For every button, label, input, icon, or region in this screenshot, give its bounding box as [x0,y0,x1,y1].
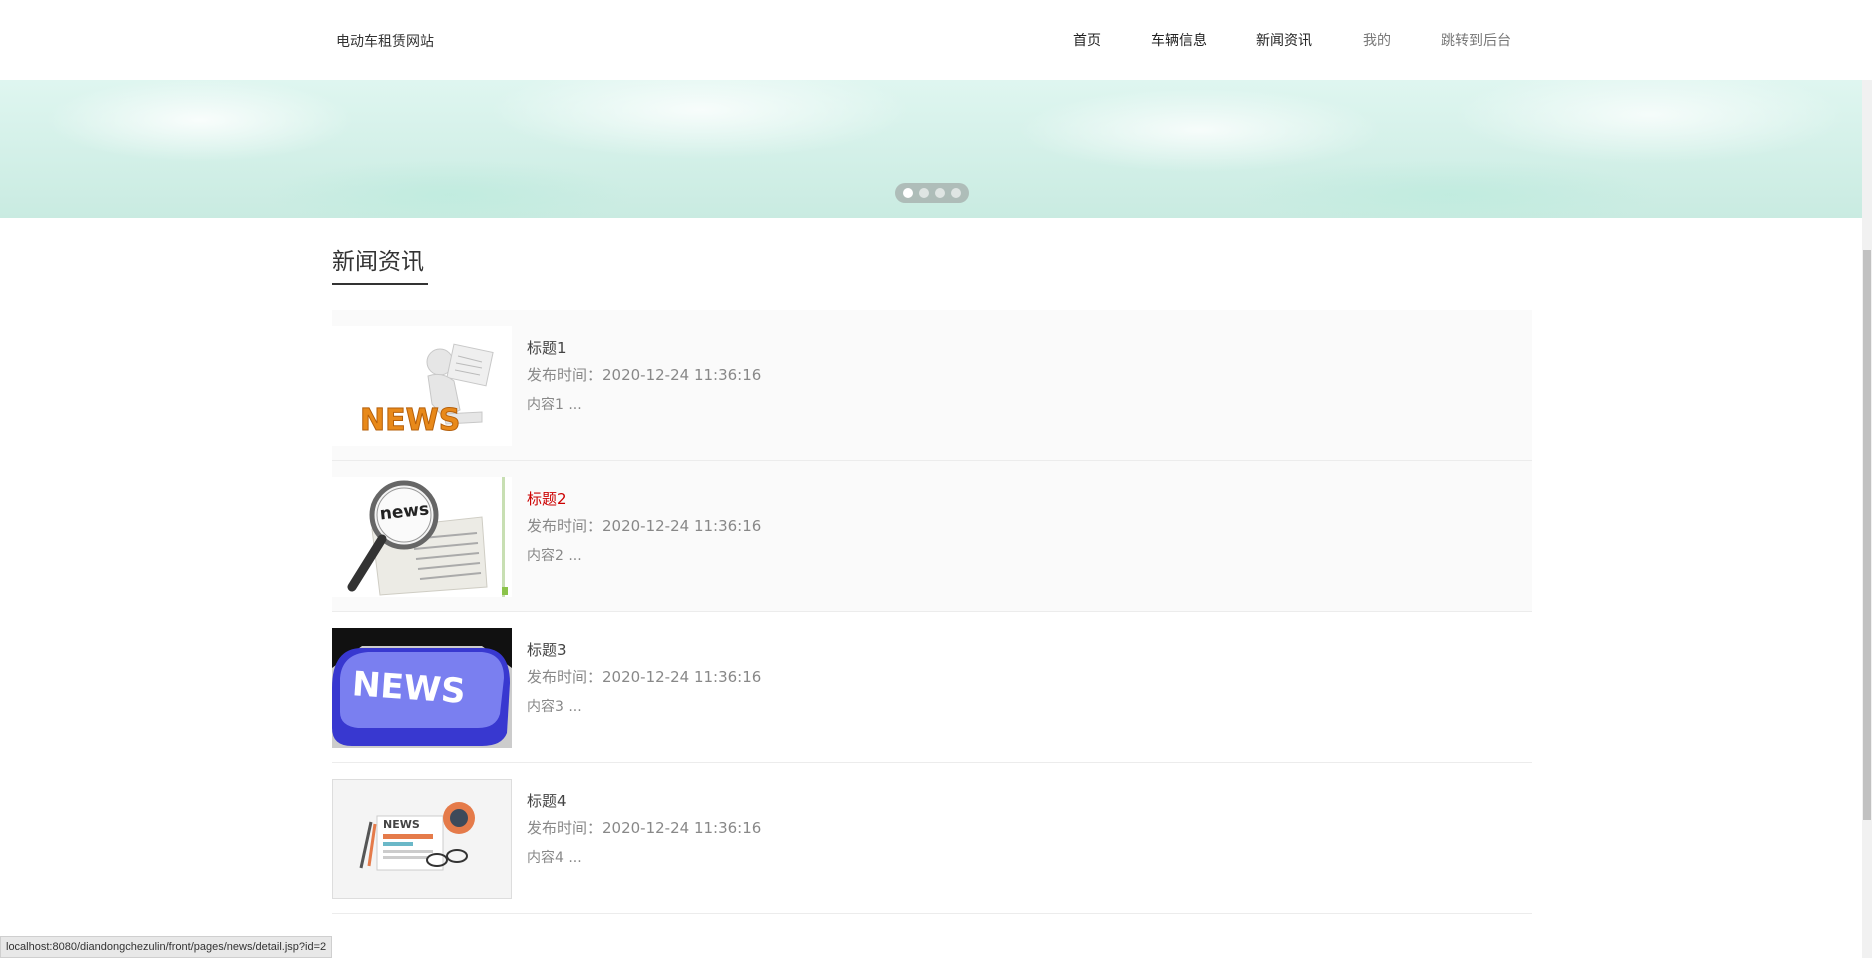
news-summary: 内容3 ... [527,699,582,715]
carousel-dot-1[interactable] [903,188,913,198]
news-summary: 内容4 ... [527,850,582,866]
news-thumbnail-2[interactable]: news [332,477,512,597]
svg-text:NEWS: NEWS [360,403,460,438]
news-title[interactable]: 标题1 [527,338,761,358]
news-item-2[interactable]: news 标题2 发布时间：2020-12-24 11:36:16 内容2 ..… [332,461,1532,612]
news-item-3[interactable]: NEWS 标题3 发布时间：2020-12-24 11:36:16 内容3 ..… [332,612,1532,763]
news-flat-illustration-icon: NEWS [333,780,511,898]
news-reader-figure-icon: NEWS [332,326,512,446]
scrollbar-thumb[interactable] [1863,250,1871,820]
news-thumbnail-1[interactable]: NEWS [332,326,512,446]
nav-item-news[interactable]: 新闻资讯 [1256,30,1312,50]
carousel-indicators [895,183,969,203]
news-item-4[interactable]: NEWS 标题4 发布时间：2020-12-24 11:36:16 内容4 ..… [332,763,1532,914]
carousel-dot-3[interactable] [935,188,945,198]
main-nav: 首页 车辆信息 新闻资讯 我的 跳转到后台 [0,30,1872,52]
page-title: 新闻资讯 [332,249,424,275]
news-text-4: 标题4 发布时间：2020-12-24 11:36:16 内容4 ... [527,791,761,868]
carousel-dot-2[interactable] [919,188,929,198]
news-keyboard-key-icon: NEWS [332,628,512,748]
news-thumbnail-4[interactable]: NEWS [332,779,512,899]
nav-item-home[interactable]: 首页 [1073,30,1101,50]
carousel-dot-4[interactable] [951,188,961,198]
news-publish-time: 发布时间：2020-12-24 11:36:16 [527,819,762,837]
svg-text:NEWS: NEWS [351,664,467,712]
news-text-1: 标题1 发布时间：2020-12-24 11:36:16 内容1 ... [527,338,761,415]
news-text-2: 标题2 发布时间：2020-12-24 11:36:16 内容2 ... [527,489,761,566]
nav-item-vehicles[interactable]: 车辆信息 [1151,30,1207,50]
news-text-3: 标题3 发布时间：2020-12-24 11:36:16 内容3 ... [527,640,761,717]
news-title[interactable]: 标题3 [527,640,761,660]
news-summary: 内容2 ... [527,548,582,564]
news-publish-time: 发布时间：2020-12-24 11:36:16 [527,668,762,686]
news-title[interactable]: 标题2 [527,489,761,509]
news-publish-time: 发布时间：2020-12-24 11:36:16 [527,366,762,384]
magnifier-newspaper-icon: news [332,477,512,597]
news-publish-time: 发布时间：2020-12-24 11:36:16 [527,517,762,535]
nav-item-backend[interactable]: 跳转到后台 [1441,30,1511,50]
nav-item-mine[interactable]: 我的 [1363,30,1391,50]
browser-status-url: localhost:8080/diandongchezulin/front/pa… [0,936,333,958]
news-title[interactable]: 标题4 [527,791,761,811]
title-underline [332,283,428,285]
site-header: 电动车租赁网站 首页 车辆信息 新闻资讯 我的 跳转到后台 [0,0,1872,80]
page-scrollbar[interactable] [1862,80,1872,958]
news-summary: 内容1 ... [527,397,582,413]
news-item-1[interactable]: NEWS 标题1 发布时间：2020-12-24 11:36:16 内容1 ..… [332,310,1532,461]
news-thumbnail-3[interactable]: NEWS [332,628,512,748]
news-list: NEWS 标题1 发布时间：2020-12-24 11:36:16 内容1 ..… [332,310,1532,914]
svg-text:NEWS: NEWS [383,818,420,831]
